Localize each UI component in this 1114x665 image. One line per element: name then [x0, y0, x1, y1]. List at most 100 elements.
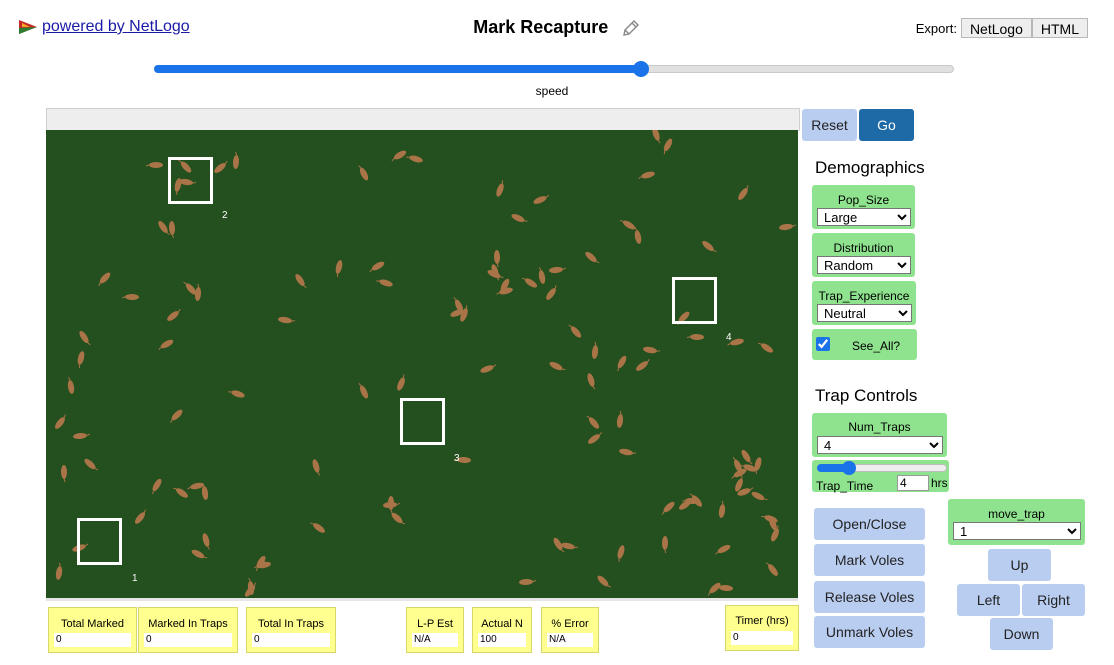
model-title: Mark Recapture [473, 17, 609, 37]
num-traps-chooser[interactable]: Num_Traps 4 [812, 413, 947, 457]
distribution-chooser[interactable]: Distribution Random [812, 233, 915, 277]
vole [84, 458, 99, 471]
speed-label: speed [535, 84, 569, 98]
trap-time-units: hrs [931, 476, 948, 490]
vole [55, 562, 63, 580]
timer-value: 0 [731, 631, 793, 645]
edit-pencil-icon[interactable] [621, 18, 641, 38]
vole [480, 364, 497, 373]
vole [55, 414, 66, 429]
vole [295, 273, 307, 289]
trap-time-value[interactable]: 4 [897, 475, 929, 491]
move-trap-select[interactable]: 1 [953, 522, 1081, 540]
vole [758, 342, 774, 353]
see-all-checkbox[interactable] [816, 337, 830, 351]
up-button[interactable]: Up [988, 549, 1051, 581]
vole [67, 377, 75, 394]
trap-time-thumb[interactable] [842, 461, 856, 475]
vole [376, 279, 393, 287]
vole [191, 549, 208, 559]
vole [194, 283, 202, 301]
vole [493, 250, 501, 268]
vole [619, 220, 636, 230]
vole [638, 171, 655, 179]
vole [170, 409, 183, 423]
actual-n-monitor: Actual N 100 [472, 607, 532, 653]
trap-time-slider[interactable]: Trap_Time 4 hrs [812, 460, 949, 493]
actual-n-value: 100 [478, 633, 526, 647]
export-label: Export: [915, 20, 957, 36]
vole [152, 478, 162, 495]
total-marked-monitor: Total Marked 0 [48, 607, 137, 653]
vole [158, 221, 170, 236]
see-all-switch[interactable]: See_All? [812, 329, 917, 360]
vole [738, 185, 749, 200]
vole [561, 542, 579, 550]
world-view-header [46, 108, 800, 131]
distribution-select[interactable]: Random [817, 256, 911, 274]
vole [167, 308, 181, 321]
vole [707, 582, 721, 596]
vole [496, 180, 504, 197]
mark-voles-button[interactable]: Mark Voles [814, 544, 925, 576]
vole [538, 267, 546, 284]
export-netlogo-button[interactable]: NetLogo [960, 18, 1032, 38]
right-button[interactable]: Right [1022, 584, 1085, 616]
release-voles-button[interactable]: Release Voles [814, 581, 925, 613]
trap-1-label: 1 [132, 573, 138, 584]
lp-est-value: N/A [412, 633, 458, 647]
move-trap-chooser[interactable]: move_trap 1 [948, 499, 1085, 545]
vole [652, 130, 661, 144]
vole [732, 456, 742, 473]
trap-1 [77, 518, 122, 565]
pop-size-select[interactable]: Large [817, 208, 911, 226]
num-traps-select[interactable]: 4 [817, 436, 943, 454]
vole [397, 374, 405, 391]
trap-experience-select[interactable]: Neutral [817, 304, 912, 322]
vole [619, 448, 637, 456]
go-button[interactable]: Go [859, 109, 914, 141]
vole [214, 160, 228, 173]
vole [546, 285, 557, 300]
vole [636, 358, 650, 371]
vole [779, 223, 797, 231]
speed-slider-fill [154, 65, 641, 73]
vole [388, 496, 394, 514]
vole [617, 355, 627, 372]
vole-layer [55, 130, 797, 597]
see-all-label: See_All? [852, 339, 901, 353]
vole [519, 578, 537, 586]
vole [79, 330, 91, 346]
vole [369, 261, 385, 273]
vole [391, 150, 407, 162]
num-traps-label: Num_Traps [848, 420, 911, 434]
total-marked-value: 0 [54, 633, 131, 647]
open-close-button[interactable]: Open/Close [814, 508, 925, 540]
vole [358, 383, 369, 399]
vole [187, 482, 204, 490]
vole [511, 214, 528, 222]
vole [765, 562, 778, 576]
vole [586, 415, 600, 429]
trap-experience-chooser[interactable]: Trap_Experience Neutral [812, 281, 916, 325]
vole [643, 346, 661, 354]
export-html-button[interactable]: HTML [1031, 18, 1088, 38]
down-button[interactable]: Down [990, 618, 1053, 650]
vole [751, 491, 768, 501]
trap-3-label: 3 [454, 453, 460, 464]
world-view[interactable]: 1 2 3 4 [46, 130, 798, 598]
left-button[interactable]: Left [957, 584, 1020, 616]
trap-3 [400, 398, 445, 445]
reset-button[interactable]: Reset [802, 109, 857, 141]
vole [587, 373, 596, 390]
total-in-traps-label: Total In Traps [257, 618, 325, 630]
pop-size-chooser[interactable]: Pop_Size Large [812, 185, 915, 229]
speed-slider-thumb[interactable] [633, 61, 649, 77]
unmark-voles-button[interactable]: Unmark Voles [814, 616, 925, 648]
vole [310, 522, 325, 533]
vole [568, 324, 582, 338]
vole [754, 457, 762, 474]
pct-error-label: % Error [551, 618, 589, 630]
vole [335, 260, 343, 278]
vole [661, 536, 669, 554]
